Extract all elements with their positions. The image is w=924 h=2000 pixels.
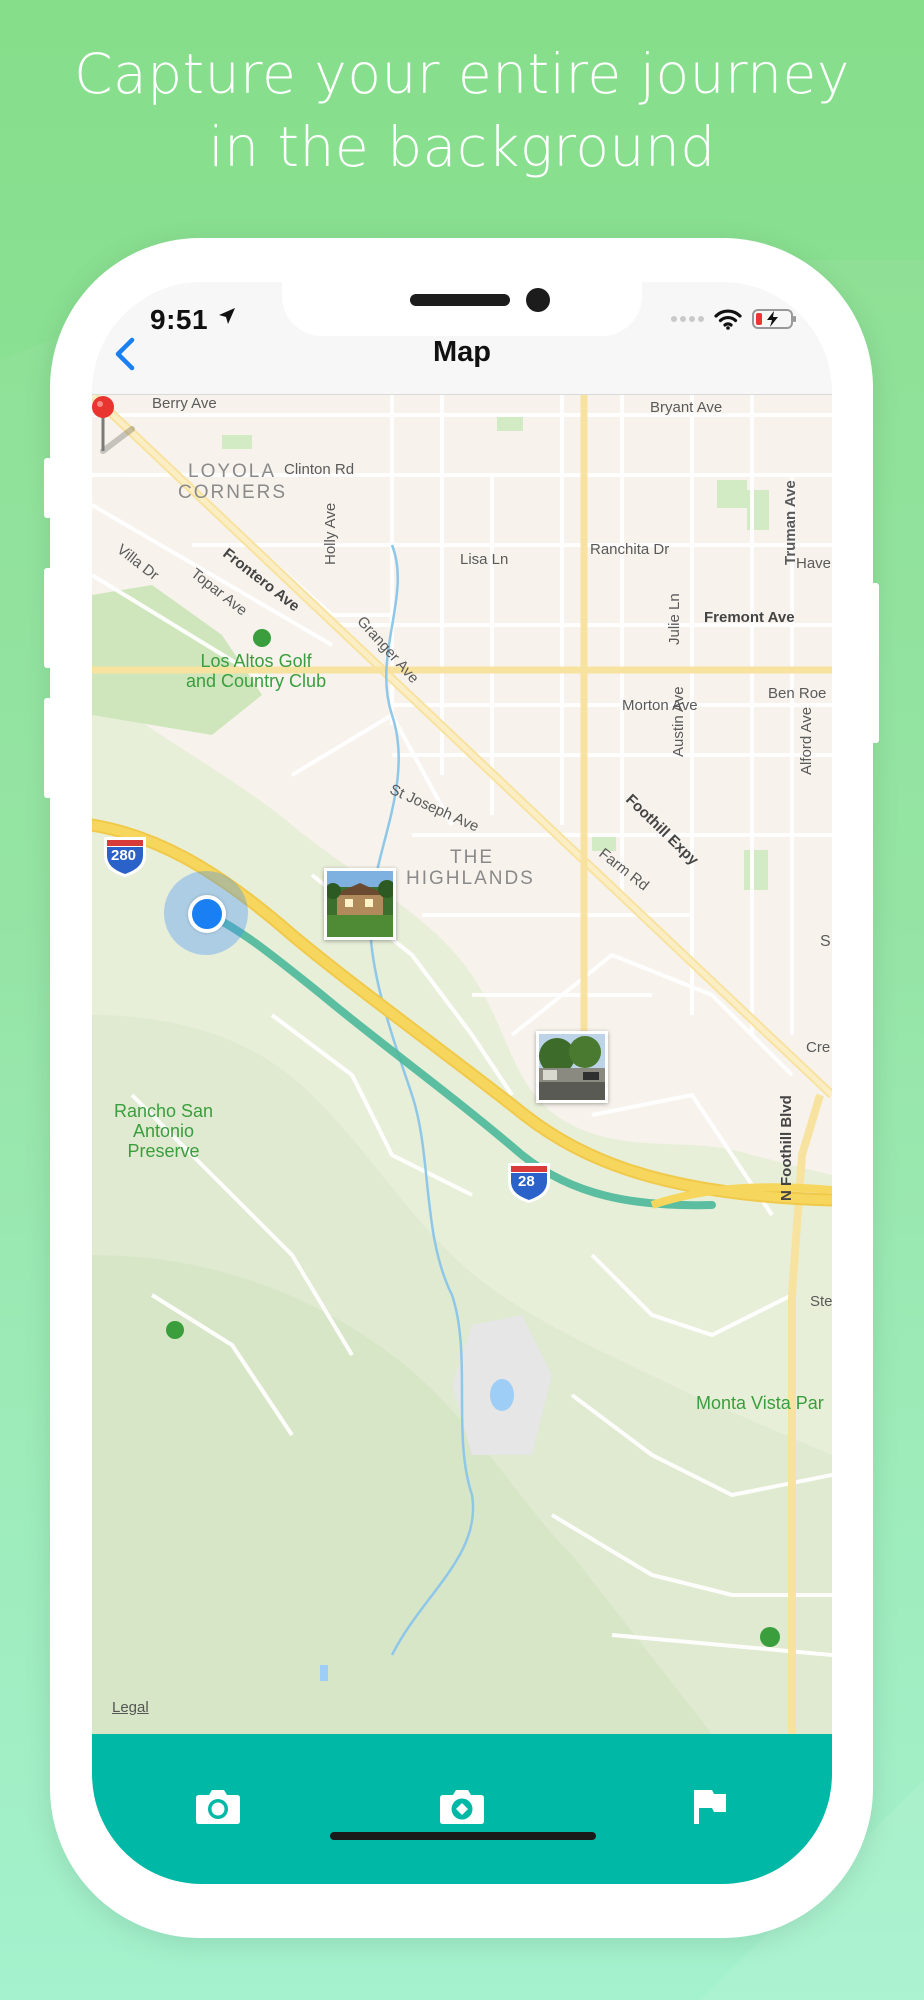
street-holly-ave: Holly Ave: [322, 502, 339, 565]
park-los-altos-golf: Los Altos Golf and Country Club: [186, 651, 326, 691]
bottom-tab-bar: [92, 1734, 832, 1884]
map-canvas: [92, 395, 832, 1734]
flag-icon: [694, 1790, 726, 1824]
district-loyola: LOYOLA: [188, 461, 277, 482]
street-ben-roe: Ben Roe: [768, 685, 827, 702]
phone-side-button-left-2: [44, 568, 52, 668]
tab-camera[interactable]: [188, 1776, 248, 1836]
camera-icon: [196, 1790, 240, 1824]
camera-add-icon: [440, 1790, 484, 1824]
shield-label-280-2: 28: [518, 1173, 535, 1190]
phone-screen: 9:51 Map Berry Ave Bryant Ave LOYOLA COR…: [92, 282, 832, 1884]
headline-line-2: in the background: [208, 115, 716, 179]
current-location-marker[interactable]: [164, 871, 248, 955]
map-view[interactable]: Berry Ave Bryant Ave LOYOLA CORNERS Clin…: [92, 395, 832, 1734]
street-s-fragment: S: [820, 933, 831, 950]
phone-side-button-right: [871, 583, 879, 743]
district-the: THE: [450, 847, 494, 868]
photo-thumbnail-street[interactable]: [536, 1031, 608, 1103]
headline-line-1: Capture your entire journey: [74, 42, 850, 106]
street-berry-ave: Berry Ave: [152, 395, 217, 412]
cellular-signal-icon: [671, 316, 704, 322]
home-indicator[interactable]: [330, 1832, 596, 1840]
photo-thumbnail-house[interactable]: [324, 868, 396, 940]
district-corners: CORNERS: [178, 482, 288, 503]
park-rancho-line-2: Antonio: [133, 1121, 195, 1141]
district-loyola-corners: LOYOLA CORNERS: [178, 461, 287, 503]
front-camera: [526, 288, 550, 312]
district-the-highlands: THE HIGHLANDS: [406, 847, 535, 889]
park-golf-line-1: Los Altos Golf: [200, 651, 312, 671]
street-fremont-ave: Fremont Ave: [704, 609, 795, 626]
street-ranchita-dr: Ranchita Dr: [590, 541, 670, 558]
street-morton-ave: Morton Ave: [622, 697, 698, 714]
notch: [282, 282, 642, 336]
street-truman-ave: Truman Ave: [782, 480, 799, 565]
photo-house-image: [327, 871, 393, 937]
street-lisa-ln: Lisa Ln: [460, 551, 509, 568]
park-golf-line-2: and Country Club: [186, 671, 327, 691]
headline: Capture your entire journey in the backg…: [0, 38, 924, 184]
tab-camera-add[interactable]: [432, 1776, 492, 1836]
street-n-foothill-blvd: N Foothill Blvd: [778, 1095, 795, 1201]
shield-label-280: 280: [111, 847, 137, 864]
park-rancho-line-3: Preserve: [127, 1141, 200, 1161]
phone-side-button-left-3: [44, 698, 52, 798]
street-alford-ave: Alford Ave: [798, 706, 815, 775]
speaker-grille: [410, 294, 510, 306]
location-arrow-icon: [219, 308, 235, 324]
park-monta-vista: Monta Vista Par: [696, 1393, 824, 1413]
district-highlands: HIGHLANDS: [406, 868, 535, 889]
battery-charging-icon: [752, 309, 796, 329]
photo-street-image: [539, 1034, 605, 1100]
street-bryant-ave: Bryant Ave: [650, 399, 723, 416]
street-have: Have: [796, 555, 832, 572]
destination-pin-icon[interactable]: [92, 395, 142, 455]
page-title: Map: [433, 336, 491, 368]
wifi-icon: [714, 309, 742, 330]
phone-frame: 9:51 Map Berry Ave Bryant Ave LOYOLA COR…: [44, 238, 879, 1938]
street-ste-fragment: Ste: [810, 1293, 832, 1310]
street-julie-ln: Julie Ln: [666, 593, 683, 645]
street-cre-fragment: Cre: [806, 1039, 831, 1056]
park-rancho-san-antonio: Rancho San Antonio Preserve: [114, 1101, 213, 1161]
street-clinton-rd: Clinton Rd: [284, 461, 355, 478]
tab-flag[interactable]: [680, 1776, 740, 1836]
map-legal-link[interactable]: Legal: [112, 1699, 149, 1716]
status-time: 9:51: [150, 304, 209, 335]
phone-side-button-left-1: [44, 458, 52, 518]
park-rancho-line-1: Rancho San: [114, 1101, 214, 1121]
status-icons: [671, 308, 798, 330]
